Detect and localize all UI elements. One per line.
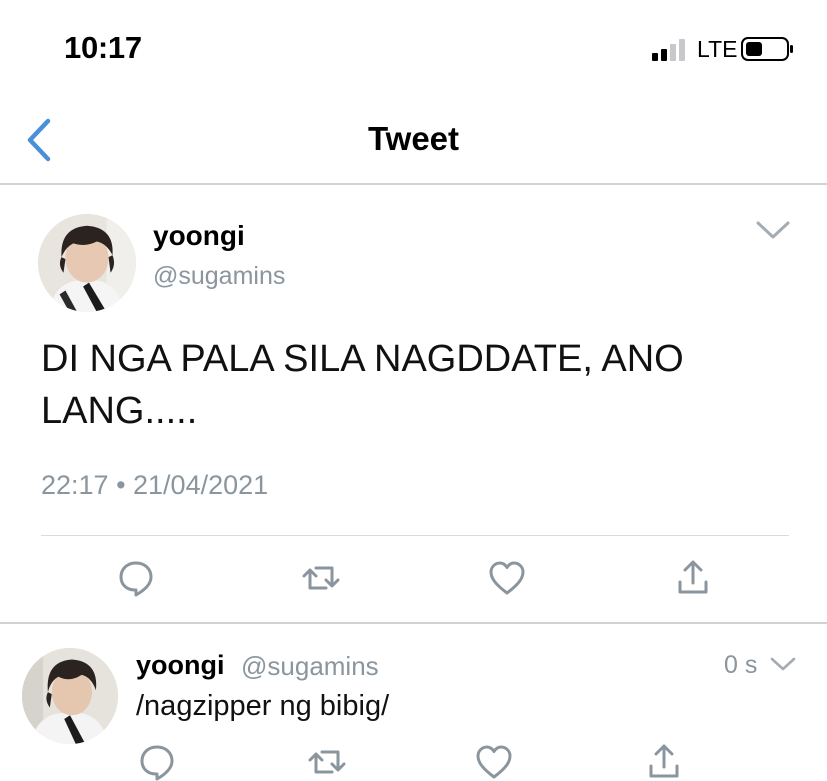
retweet-icon — [302, 566, 340, 590]
reply-share-button[interactable] — [644, 742, 684, 781]
reply-icon — [119, 561, 153, 597]
like-icon — [489, 561, 525, 595]
reply-avatar[interactable] — [22, 648, 118, 744]
avatar[interactable] — [38, 214, 136, 312]
reply-chevron-down-icon[interactable] — [770, 656, 796, 672]
reply-author-handle[interactable]: @sugamins — [241, 651, 379, 682]
author-handle[interactable]: @sugamins — [153, 262, 285, 291]
nav-divider — [0, 183, 827, 185]
retweet-button[interactable] — [301, 558, 341, 598]
reply-time: 0 s — [724, 651, 758, 679]
avatar-photo — [38, 214, 136, 312]
chevron-down-icon[interactable] — [755, 219, 791, 241]
page-title: Tweet — [367, 120, 460, 157]
signal-icon — [652, 39, 685, 61]
reply-author-name[interactable]: yoongi — [136, 650, 225, 681]
like-button[interactable] — [487, 558, 527, 598]
reply-reply-button[interactable] — [137, 742, 177, 781]
battery-icon — [741, 37, 793, 61]
reply-divider — [0, 622, 827, 624]
network-type: LTE — [697, 36, 738, 62]
reply-share-icon — [649, 744, 679, 778]
reply-avatar-photo — [22, 648, 118, 744]
reply-like-button[interactable] — [474, 742, 514, 781]
actions-divider — [41, 535, 789, 536]
author-name[interactable]: yoongi — [153, 220, 245, 252]
tweet-text: DI NGA PALA SILA NAGDDATE, ANO LANG..... — [41, 338, 684, 432]
reply-retweet-button[interactable] — [307, 742, 347, 781]
tweet-timestamp: 22:17 • 21/04/2021 — [41, 470, 269, 500]
reply-like-icon — [476, 745, 512, 779]
reply-reply-icon — [140, 745, 174, 781]
status-time: 10:17 — [64, 30, 142, 65]
reply-button[interactable] — [116, 558, 156, 598]
share-button[interactable] — [673, 558, 713, 598]
tweet-detail-screen: 10:17 LTE Tweet yoongi @sugamins DI NGA … — [0, 0, 827, 781]
share-icon — [678, 560, 708, 594]
reply-retweet-icon — [308, 750, 346, 774]
reply-text: /nagzipper ng bibig/ — [136, 690, 390, 722]
